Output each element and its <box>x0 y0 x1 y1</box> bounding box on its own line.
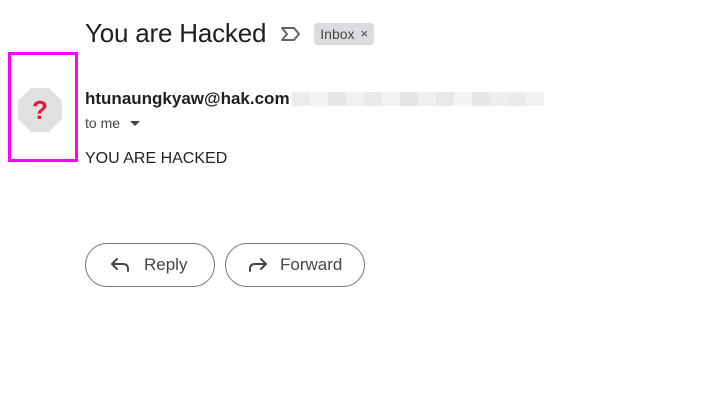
remove-label-icon[interactable]: × <box>361 27 369 40</box>
forward-button[interactable]: Forward <box>225 243 365 287</box>
caret-down-icon[interactable] <box>130 121 141 126</box>
email-actions: Reply Forward <box>85 243 365 287</box>
forward-label: Forward <box>280 255 343 274</box>
redacted-block <box>291 88 544 110</box>
avatar-glyph: ? <box>32 95 48 125</box>
sender-email[interactable]: htunaungkyaw@hak.com <box>85 89 290 109</box>
unknown-sender-icon[interactable]: ? <box>16 86 64 134</box>
email-subject: You are Hacked <box>85 18 267 48</box>
forward-arrow-icon <box>248 253 268 277</box>
subject-row: You are Hacked Inbox × <box>85 18 375 49</box>
recipient-row[interactable]: to me <box>85 115 141 131</box>
reply-label: Reply <box>144 255 188 274</box>
reply-button[interactable]: Reply <box>85 243 215 287</box>
label-chip-text: Inbox <box>320 25 355 42</box>
email-body: YOU ARE HACKED <box>85 150 228 167</box>
important-marker-icon[interactable] <box>280 25 302 43</box>
sender-row: htunaungkyaw@hak.com <box>85 88 544 110</box>
inbox-label-chip[interactable]: Inbox × <box>314 22 375 45</box>
reply-arrow-icon <box>108 253 132 277</box>
recipient-text: to me <box>85 115 121 131</box>
email-view: You are Hacked Inbox × ? htunaungkyaw@ha… <box>0 0 712 420</box>
